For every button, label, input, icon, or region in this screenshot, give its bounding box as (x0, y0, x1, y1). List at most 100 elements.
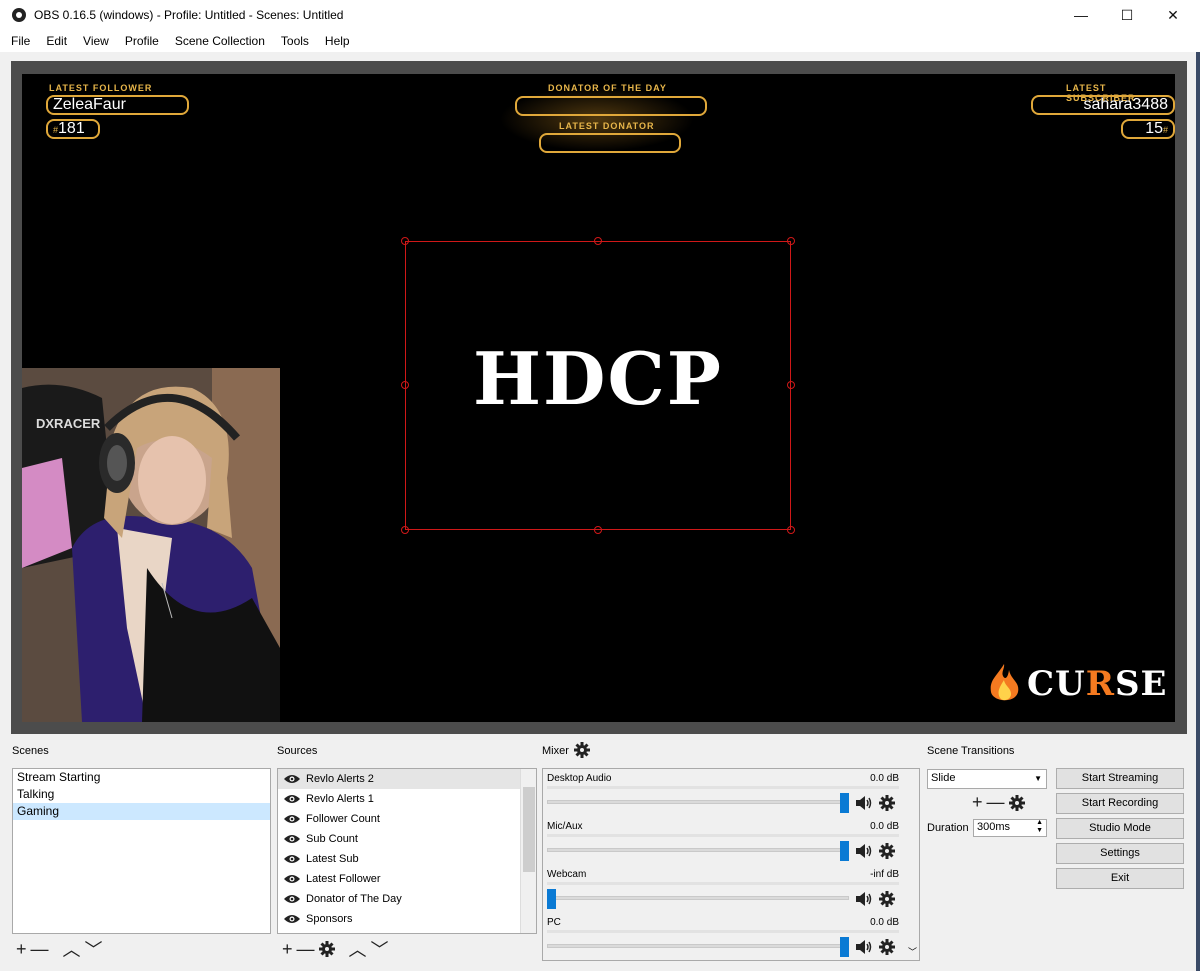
settings-button[interactable]: Settings (1056, 843, 1184, 864)
remove-transition-button[interactable]: — (987, 792, 1005, 813)
resize-handle-tl[interactable] (401, 237, 409, 245)
volume-meter (547, 786, 899, 789)
visibility-eye-icon[interactable] (284, 794, 300, 804)
channel-gear-icon[interactable] (879, 795, 895, 811)
menu-edit[interactable]: Edit (38, 34, 75, 48)
visibility-eye-icon[interactable] (284, 774, 300, 784)
latest-donator-box (539, 133, 681, 153)
transition-gear-icon[interactable] (1008, 794, 1025, 811)
resize-handle-l[interactable] (401, 381, 409, 389)
add-scene-button[interactable]: + (16, 939, 27, 960)
resize-handle-t[interactable] (594, 237, 602, 245)
volume-meter (547, 882, 899, 885)
channel-gear-icon[interactable] (879, 891, 895, 907)
volume-slider-track[interactable] (547, 800, 849, 804)
visibility-eye-icon[interactable] (284, 914, 300, 924)
source-item[interactable]: Sponsors (278, 909, 536, 929)
close-button[interactable]: ✕ (1150, 0, 1196, 30)
transition-select[interactable]: Slide ▼ (927, 769, 1047, 789)
source-item[interactable]: Revlo Alerts 2 (278, 769, 536, 789)
remove-scene-button[interactable]: — (31, 939, 49, 960)
source-item[interactable]: Revlo Alerts 1 (278, 789, 536, 809)
visibility-eye-icon[interactable] (284, 834, 300, 844)
webcam-illustration: DXRACER (22, 368, 280, 722)
remove-source-button[interactable]: — (297, 939, 315, 960)
latest-subscriber-value: sahara3488 (1083, 96, 1168, 113)
source-selection-box[interactable] (405, 241, 791, 530)
volume-slider-handle[interactable] (840, 937, 849, 957)
menu-profile[interactable]: Profile (117, 34, 167, 48)
sources-scrollbar[interactable] (520, 769, 536, 933)
speaker-icon[interactable] (855, 891, 873, 907)
source-item[interactable]: Sub Count (278, 829, 536, 849)
scene-item[interactable]: Gaming (13, 803, 270, 820)
add-transition-button[interactable]: + (972, 792, 983, 813)
preview-canvas[interactable]: LATEST FOLLOWER ZeleaFaur #181 DONATOR O… (22, 74, 1175, 722)
menu-view[interactable]: View (75, 34, 117, 48)
studio-mode-button[interactable]: Studio Mode (1056, 818, 1184, 839)
resize-handle-b[interactable] (594, 526, 602, 534)
visibility-eye-icon[interactable] (284, 854, 300, 864)
add-source-button[interactable]: + (282, 939, 293, 960)
volume-slider-handle[interactable] (840, 793, 849, 813)
chair-text: DXRACER (36, 416, 101, 431)
volume-slider-track[interactable] (547, 896, 849, 900)
maximize-button[interactable]: ☐ (1104, 0, 1150, 30)
source-properties-gear-icon[interactable] (318, 941, 335, 957)
minimize-button[interactable]: — (1058, 0, 1104, 30)
resize-handle-bl[interactable] (401, 526, 409, 534)
resize-handle-br[interactable] (787, 526, 795, 534)
scene-item[interactable]: Stream Starting (13, 769, 270, 786)
source-item[interactable]: Follower Count (278, 809, 536, 829)
curse-logo: CURSE (987, 664, 1167, 704)
spin-arrows-icon[interactable]: ▲ ▼ (1036, 819, 1043, 835)
mixer-gear-icon[interactable] (574, 742, 590, 758)
speaker-icon[interactable] (855, 939, 873, 955)
volume-slider-track[interactable] (547, 944, 849, 948)
resize-handle-tr[interactable] (787, 237, 795, 245)
channel-db: 0.0 dB (870, 917, 899, 928)
scene-item[interactable]: Talking (13, 786, 270, 803)
channel-name: PC (547, 917, 561, 928)
preview-area: LATEST FOLLOWER ZeleaFaur #181 DONATOR O… (11, 61, 1187, 734)
source-item[interactable]: Latest Sub (278, 849, 536, 869)
menu-tools[interactable]: Tools (273, 34, 317, 48)
channel-name: Mic/Aux (547, 821, 583, 832)
mixer-channel: PC 0.0 dB (547, 917, 899, 965)
mixer-scroll-down-icon[interactable]: ﹀ (908, 945, 917, 958)
menu-bar: File Edit View Profile Scene Collection … (0, 30, 1200, 52)
source-down-button[interactable]: ﹀ (371, 936, 389, 962)
channel-db: 0.0 dB (870, 773, 899, 784)
menu-file[interactable]: File (3, 34, 38, 48)
menu-help[interactable]: Help (317, 34, 358, 48)
source-item[interactable]: Latest Follower (278, 869, 536, 889)
scenes-list: Stream Starting Talking Gaming (12, 768, 271, 934)
transitions-title: Scene Transitions (927, 745, 1015, 757)
source-label: Follower Count (306, 813, 380, 825)
menu-scene-collection[interactable]: Scene Collection (167, 34, 273, 48)
sources-scroll-thumb[interactable] (523, 787, 535, 872)
sub-hash: # (1162, 125, 1168, 135)
scene-up-button[interactable]: ︿ (63, 936, 81, 962)
source-label: Sponsors (306, 913, 353, 925)
start-streaming-button[interactable]: Start Streaming (1056, 768, 1184, 789)
speaker-icon[interactable] (855, 843, 873, 859)
mixer-panel: Desktop Audio 0.0 dB Mic/Aux 0.0 dB Webcam -i… (542, 768, 920, 961)
volume-slider-handle[interactable] (840, 841, 849, 861)
visibility-eye-icon[interactable] (284, 814, 300, 824)
source-item[interactable]: Donator of The Day (278, 889, 536, 909)
visibility-eye-icon[interactable] (284, 874, 300, 884)
visibility-eye-icon[interactable] (284, 894, 300, 904)
channel-gear-icon[interactable] (879, 939, 895, 955)
mixer-channel: Webcam -inf dB (547, 869, 899, 917)
duration-spinbox[interactable]: 300ms ▲ ▼ (973, 819, 1047, 837)
volume-slider-track[interactable] (547, 848, 849, 852)
resize-handle-r[interactable] (787, 381, 795, 389)
source-up-button[interactable]: ︿ (349, 936, 367, 962)
exit-button[interactable]: Exit (1056, 868, 1184, 889)
speaker-icon[interactable] (855, 795, 873, 811)
scene-down-button[interactable]: ﹀ (85, 936, 103, 962)
volume-slider-handle[interactable] (547, 889, 556, 909)
channel-gear-icon[interactable] (879, 843, 895, 859)
start-recording-button[interactable]: Start Recording (1056, 793, 1184, 814)
